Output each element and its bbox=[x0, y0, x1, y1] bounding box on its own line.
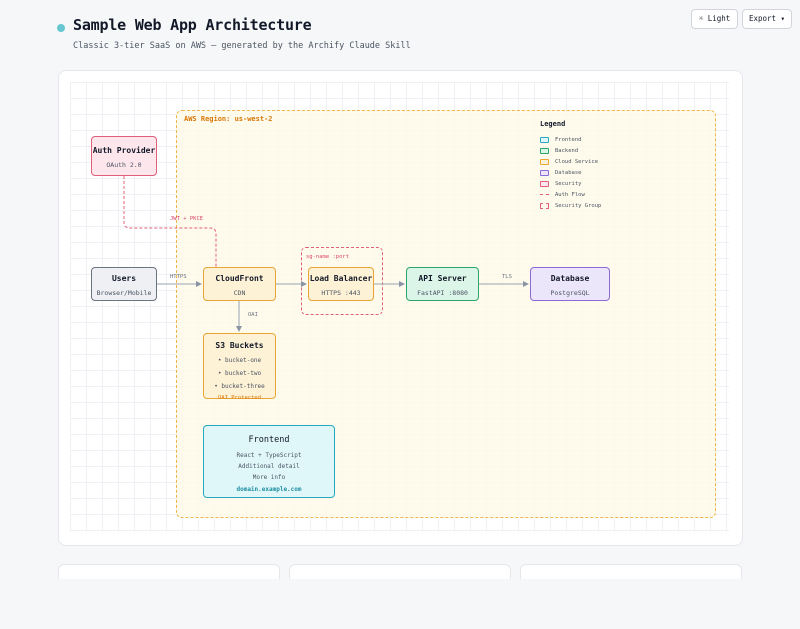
legend-label: Backend bbox=[555, 147, 579, 154]
api-server-node[interactable]: API Server FastAPI :8080 bbox=[406, 267, 479, 301]
frontend-detail-line: React + TypeScript bbox=[236, 452, 302, 459]
legend-swatch-frontend bbox=[540, 136, 549, 143]
load-balancer-title: Load Balancer bbox=[309, 274, 373, 283]
s3-bucket-item: • bucket-three bbox=[214, 383, 265, 390]
legend-item-frontend: Frontend bbox=[540, 134, 650, 145]
edge-label-tls: TLS bbox=[502, 274, 512, 280]
legend-label: Auth Flow bbox=[555, 191, 585, 198]
legend-item-security-group: Security Group bbox=[540, 200, 650, 211]
legend: Legend Frontend Backend Cloud Service Da… bbox=[540, 120, 650, 211]
legend-label: Security Group bbox=[555, 202, 602, 209]
load-balancer-node[interactable]: Load Balancer HTTPS :443 bbox=[308, 267, 374, 301]
legend-label: Cloud Service bbox=[555, 158, 599, 165]
edge-label-https: HTTPS bbox=[170, 274, 187, 280]
s3-buckets-node[interactable]: S3 Buckets • bucket-one • bucket-two • b… bbox=[203, 333, 276, 401]
s3-oai-note: OAI Protected bbox=[217, 395, 262, 401]
legend-label: Security bbox=[555, 180, 582, 187]
legend-swatch-cloud-service bbox=[540, 158, 549, 165]
api-server-subtitle: FastAPI :8080 bbox=[417, 289, 468, 297]
database-subtitle: PostgreSQL bbox=[550, 289, 590, 297]
cloudfront-title: CloudFront bbox=[215, 274, 264, 283]
frontend-detail-line: Additional detail bbox=[238, 463, 300, 470]
legend-swatch-database bbox=[540, 169, 549, 176]
legend-swatch-backend bbox=[540, 147, 549, 154]
legend-swatch-auth-flow bbox=[540, 194, 549, 195]
edge-label-jwt: JWT + PKCE bbox=[170, 216, 204, 222]
frontend-title: Frontend bbox=[248, 435, 290, 445]
frontend-node[interactable]: Frontend React + TypeScript Additional d… bbox=[203, 425, 335, 498]
auth-provider-node[interactable]: Auth Provider OAuth 2.0 bbox=[91, 136, 157, 176]
cloudfront-subtitle: CDN bbox=[233, 289, 246, 297]
frontend-detail-line: More info bbox=[252, 474, 286, 481]
legend-label: Database bbox=[555, 169, 582, 176]
legend-swatch-security bbox=[540, 180, 549, 187]
cloudfront-node[interactable]: CloudFront CDN bbox=[203, 267, 276, 301]
s3-buckets-title: S3 Buckets bbox=[215, 341, 264, 350]
users-node[interactable]: Users Browser/Mobile bbox=[91, 267, 157, 301]
s3-bucket-item: • bucket-two bbox=[217, 370, 262, 377]
legend-title: Legend bbox=[540, 120, 566, 128]
database-title: Database bbox=[550, 274, 590, 283]
auth-provider-title: Auth Provider bbox=[92, 146, 156, 155]
users-title: Users bbox=[111, 274, 137, 283]
legend-swatch-security-group bbox=[540, 202, 549, 209]
auth-provider-subtitle: OAuth 2.0 bbox=[106, 161, 142, 169]
legend-label: Frontend bbox=[555, 136, 582, 143]
diagram-connectors bbox=[123, 176, 529, 332]
users-subtitle: Browser/Mobile bbox=[96, 289, 152, 297]
legend-item-security: Security bbox=[540, 178, 650, 189]
legend-item-cloud-service: Cloud Service bbox=[540, 156, 650, 167]
viewport-cutoff bbox=[0, 579, 800, 629]
edge-label-oai: OAI bbox=[248, 312, 258, 318]
load-balancer-subtitle: HTTPS :443 bbox=[321, 289, 361, 297]
api-server-title: API Server bbox=[418, 274, 467, 283]
legend-item-auth-flow: Auth Flow bbox=[540, 189, 650, 200]
s3-bucket-item: • bucket-one bbox=[217, 357, 262, 364]
legend-item-backend: Backend bbox=[540, 145, 650, 156]
legend-item-database: Database bbox=[540, 167, 650, 178]
frontend-domain: domain.example.com bbox=[236, 486, 302, 493]
database-node[interactable]: Database PostgreSQL bbox=[530, 267, 610, 301]
